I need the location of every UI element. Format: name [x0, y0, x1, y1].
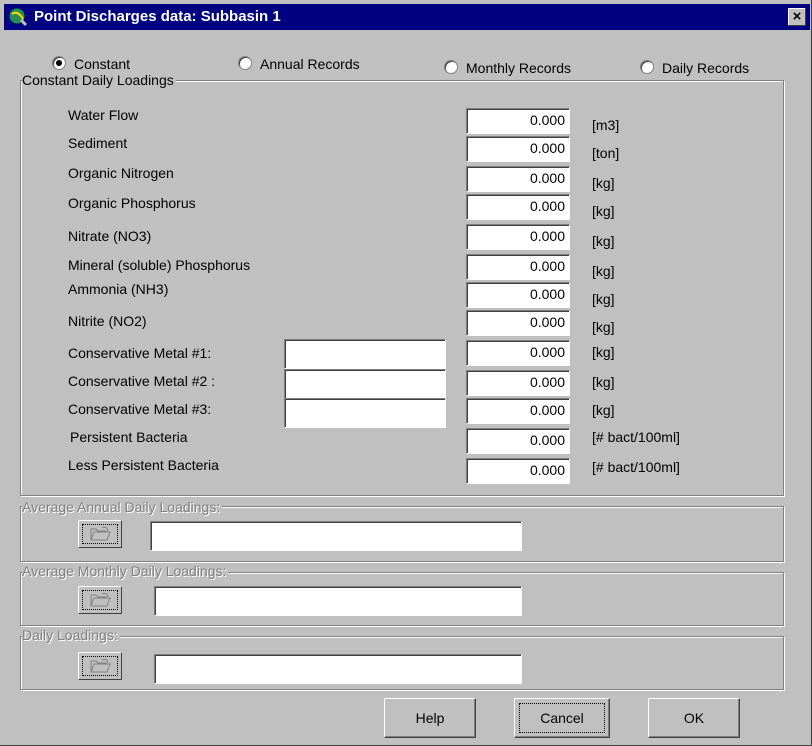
organic-nitrogen-input[interactable]: 0.000 — [466, 166, 570, 192]
window-title: Point Discharges data: Subbasin 1 — [34, 8, 281, 25]
unit-persistent-bacteria: [# bact/100ml] — [592, 429, 680, 445]
organic-phosphorus-input[interactable]: 0.000 — [466, 194, 570, 220]
radio-indicator — [640, 60, 654, 75]
unit-sediment: [ton] — [592, 145, 620, 161]
annual-loadings-legend: Average Annual Daily Loadings: — [22, 499, 223, 515]
unit-conservative-metal-3: [kg] — [592, 402, 615, 418]
ok-button-label: OK — [683, 710, 705, 726]
help-button-label: Help — [415, 710, 445, 726]
daily-loadings-legend: Daily Loadings: — [22, 627, 120, 643]
unit-ammonia: [kg] — [592, 291, 615, 307]
label-organic-nitrogen: Organic Nitrogen — [68, 165, 174, 181]
label-sediment: Sediment — [68, 135, 128, 151]
label-nitrate: Nitrate (NO3) — [68, 228, 152, 244]
unit-mineral-phosphorus: [kg] — [592, 263, 615, 279]
unit-nitrate: [kg] — [592, 233, 615, 249]
conservative-metal-2-name-input[interactable] — [284, 369, 446, 399]
daily-file-path-input — [154, 654, 522, 684]
unit-organic-nitrogen: [kg] — [592, 175, 615, 191]
unit-water-flow: [m3] — [592, 117, 620, 133]
radio-constant[interactable]: Constant — [52, 56, 130, 72]
conservative-metal-1-name-input[interactable] — [284, 339, 446, 369]
daily-open-file-button — [78, 652, 122, 680]
conservative-metal-3-name-input[interactable] — [284, 398, 446, 428]
label-conservative-metal-3: Conservative Metal #3: — [68, 401, 212, 417]
cancel-button[interactable]: Cancel — [514, 698, 610, 738]
nitrite-input[interactable]: 0.000 — [466, 310, 570, 336]
ok-button[interactable]: OK — [648, 698, 740, 738]
radio-annual-records[interactable]: Annual Records — [238, 56, 360, 72]
unit-conservative-metal-2: [kg] — [592, 374, 615, 390]
radio-label: Constant — [74, 56, 131, 72]
help-button[interactable]: Help — [384, 698, 476, 738]
label-less-persistent-bacteria: Less Persistent Bacteria — [68, 457, 219, 473]
monthly-open-file-button — [78, 586, 122, 614]
unit-organic-phosphorus: [kg] — [592, 203, 615, 219]
label-conservative-metal-1: Conservative Metal #1: — [68, 345, 212, 361]
radio-monthly-records[interactable]: Monthly Records — [444, 60, 571, 76]
conservative-metal-2-input[interactable]: 0.000 — [466, 370, 570, 396]
radio-label: Daily Records — [662, 60, 750, 76]
label-persistent-bacteria: Persistent Bacteria — [70, 429, 188, 445]
label-ammonia: Ammonia (NH3) — [68, 281, 169, 297]
radio-selected-indicator — [52, 56, 66, 71]
open-file-icon — [90, 658, 111, 673]
open-file-icon — [90, 592, 111, 607]
cancel-button-label: Cancel — [540, 710, 584, 726]
radio-label: Monthly Records — [466, 60, 572, 76]
ammonia-input[interactable]: 0.000 — [466, 282, 570, 308]
title-bar: Point Discharges data: Subbasin 1 × — [4, 4, 810, 30]
radio-indicator — [238, 56, 252, 71]
conservative-metal-1-input[interactable]: 0.000 — [466, 340, 570, 366]
label-nitrite: Nitrite (NO2) — [68, 313, 147, 329]
point-discharges-dialog: Point Discharges data: Subbasin 1 × Cons… — [0, 0, 812, 746]
conservative-metal-3-input[interactable]: 0.000 — [466, 398, 570, 424]
monthly-loadings-legend: Average Monthly Daily Loadings: — [22, 563, 229, 579]
constant-loadings-legend: Constant Daily Loadings — [22, 72, 176, 88]
sediment-input[interactable]: 0.000 — [466, 136, 570, 162]
persistent-bacteria-input[interactable]: 0.000 — [466, 428, 570, 454]
app-globe-icon — [9, 8, 28, 27]
radio-daily-records[interactable]: Daily Records — [640, 60, 749, 76]
radio-label: Annual Records — [260, 56, 360, 72]
label-water-flow: Water Flow — [68, 107, 139, 123]
annual-file-path-input — [150, 521, 522, 551]
annual-open-file-button — [78, 520, 122, 548]
unit-conservative-metal-1: [kg] — [592, 344, 615, 360]
nitrate-input[interactable]: 0.000 — [466, 224, 570, 250]
mineral-phosphorus-input[interactable]: 0.000 — [466, 254, 570, 280]
radio-indicator — [444, 60, 458, 75]
label-conservative-metal-2: Conservative Metal #2 : — [68, 373, 216, 389]
unit-less-persistent-bacteria: [# bact/100ml] — [592, 459, 680, 475]
label-organic-phosphorus: Organic Phosphorus — [68, 195, 196, 211]
label-mineral-phosphorus: Mineral (soluble) Phosphorus — [68, 257, 251, 273]
monthly-file-path-input — [154, 586, 522, 616]
less-persistent-bacteria-input[interactable]: 0.000 — [466, 458, 570, 484]
open-file-icon — [90, 526, 111, 541]
water-flow-input[interactable]: 0.000 — [466, 108, 570, 134]
unit-nitrite: [kg] — [592, 319, 615, 335]
close-button[interactable]: × — [788, 8, 806, 26]
